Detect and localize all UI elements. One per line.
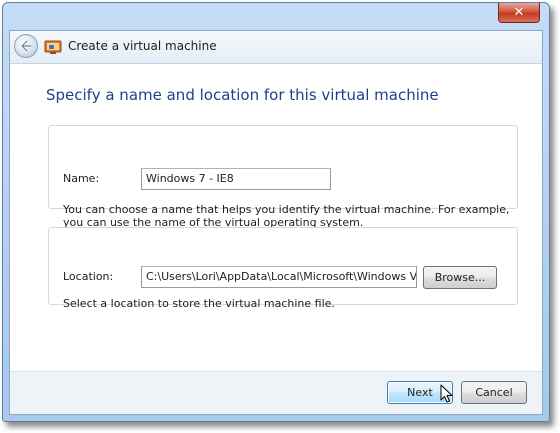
- location-help: Select a location to store the virtual m…: [63, 297, 335, 310]
- close-icon: ✕: [513, 5, 525, 20]
- browse-button[interactable]: Browse...: [423, 266, 497, 289]
- mouse-pointer-icon: [440, 384, 453, 403]
- cancel-button-label: Cancel: [475, 386, 513, 399]
- location-input[interactable]: C:\Users\Lori\AppData\Local\Microsoft\Wi…: [141, 266, 417, 288]
- name-section: Name: Windows 7 - IE8 You can choose a n…: [48, 125, 518, 229]
- dialog-content: Create a virtual machine Specify a name …: [9, 30, 543, 415]
- close-button[interactable]: ✕: [498, 3, 540, 23]
- dialog-footer: Next Cancel: [10, 371, 542, 414]
- back-button[interactable]: [14, 34, 38, 58]
- dialog-window: ✕ Create a virtual machine Specify a nam…: [2, 2, 550, 422]
- name-input[interactable]: Windows 7 - IE8: [141, 168, 331, 190]
- window-title: Create a virtual machine: [68, 39, 217, 53]
- name-help-line-1: You can choose a name that helps you ide…: [63, 203, 510, 216]
- back-arrow-icon: [20, 39, 33, 53]
- virtual-machine-icon: [44, 40, 62, 54]
- browse-button-label: Browse...: [434, 271, 486, 284]
- location-section: Location: C:\Users\Lori\AppData\Local\Mi…: [48, 227, 518, 310]
- next-button-label: Next: [407, 386, 433, 399]
- cancel-button[interactable]: Cancel: [461, 381, 527, 404]
- location-label: Location:: [63, 270, 114, 283]
- navigation-bar: Create a virtual machine: [10, 31, 542, 64]
- name-label: Name:: [63, 172, 100, 185]
- page-title: Specify a name and location for this vir…: [46, 86, 439, 104]
